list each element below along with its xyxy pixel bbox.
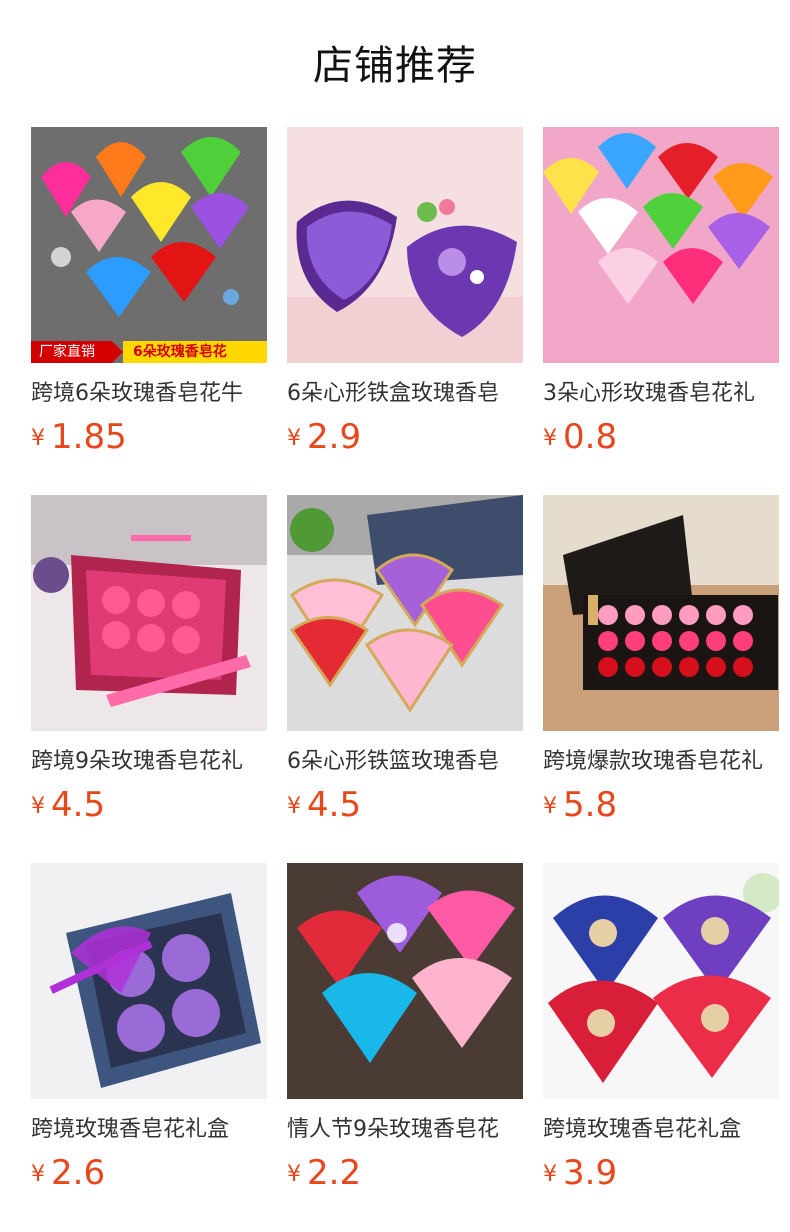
product-card[interactable]: 3朵心形玫瑰香皂花礼 ¥0.8 <box>543 127 779 495</box>
product-price: ¥4.5 <box>31 785 105 825</box>
currency-symbol: ¥ <box>287 426 301 451</box>
currency-symbol: ¥ <box>543 426 557 451</box>
product-name[interactable]: 6朵心形铁篮玫瑰香皂 <box>287 747 523 777</box>
currency-symbol: ¥ <box>31 1162 45 1187</box>
product-card[interactable]: 厂家直销 6朵玫瑰香皂花 跨境6朵玫瑰香皂花牛 ¥1.85 <box>31 127 267 495</box>
product-image[interactable] <box>287 863 523 1099</box>
product-name[interactable]: 情人节9朵玫瑰香皂花 <box>287 1115 523 1145</box>
price-value: 2.9 <box>307 417 362 457</box>
product-image[interactable] <box>543 495 779 731</box>
price-value: 5.8 <box>563 785 618 825</box>
product-card[interactable]: 跨境爆款玫瑰香皂花礼 ¥5.8 <box>543 495 779 863</box>
price-value: 1.85 <box>51 417 127 457</box>
page-title: 店铺推荐 <box>313 43 477 89</box>
banner-factory-direct: 厂家直销 <box>31 341 123 363</box>
product-name[interactable]: 跨境6朵玫瑰香皂花牛 <box>31 379 267 409</box>
product-price: ¥4.5 <box>287 785 361 825</box>
banner-product-desc: 6朵玫瑰香皂花 <box>123 341 267 363</box>
currency-symbol: ¥ <box>287 1162 301 1187</box>
product-image[interactable] <box>287 127 523 363</box>
price-value: 2.2 <box>307 1153 362 1193</box>
promo-banner: 厂家直销 6朵玫瑰香皂花 <box>31 341 267 363</box>
product-name[interactable]: 跨境玫瑰香皂花礼盒 <box>31 1115 267 1145</box>
currency-symbol: ¥ <box>543 1162 557 1187</box>
product-name[interactable]: 跨境爆款玫瑰香皂花礼 <box>543 747 779 777</box>
product-price: ¥5.8 <box>543 785 617 825</box>
product-name[interactable]: 6朵心形铁盒玫瑰香皂 <box>287 379 523 409</box>
currency-symbol: ¥ <box>31 426 45 451</box>
product-price: ¥2.2 <box>287 1153 361 1193</box>
currency-symbol: ¥ <box>543 794 557 819</box>
currency-symbol: ¥ <box>31 794 45 819</box>
product-price: ¥0.8 <box>543 417 617 457</box>
product-image[interactable] <box>287 495 523 731</box>
product-image[interactable] <box>543 863 779 1099</box>
product-image[interactable]: 厂家直销 6朵玫瑰香皂花 <box>31 127 267 363</box>
product-card[interactable]: 跨境9朵玫瑰香皂花礼 ¥4.5 <box>31 495 267 863</box>
product-name[interactable]: 跨境玫瑰香皂花礼盒 <box>543 1115 779 1145</box>
price-value: 2.6 <box>51 1153 106 1193</box>
price-value: 4.5 <box>51 785 106 825</box>
product-image[interactable] <box>31 495 267 731</box>
price-value: 0.8 <box>563 417 618 457</box>
product-price: ¥1.85 <box>31 417 127 457</box>
product-card[interactable]: 6朵心形铁盒玫瑰香皂 ¥2.9 <box>287 127 523 495</box>
product-grid: 厂家直销 6朵玫瑰香皂花 跨境6朵玫瑰香皂花牛 ¥1.85 6朵心形铁盒玫瑰香皂… <box>31 127 781 1231</box>
product-price: ¥3.9 <box>543 1153 617 1193</box>
product-card[interactable]: 跨境玫瑰香皂花礼盒 ¥3.9 <box>543 863 779 1231</box>
product-price: ¥2.9 <box>287 417 361 457</box>
product-price: ¥2.6 <box>31 1153 105 1193</box>
shop-recommendations-page: 店铺推荐 厂家直销 6朵玫瑰香皂花 跨境6朵玫瑰香皂花牛 ¥ 1.85 6朵心形… <box>0 0 790 1232</box>
product-card[interactable]: 跨境玫瑰香皂花礼盒 ¥2.6 <box>31 863 267 1231</box>
price-value: 3.9 <box>563 1153 618 1193</box>
product-name[interactable]: 跨境9朵玫瑰香皂花礼 <box>31 747 267 777</box>
product-card[interactable]: 6朵心形铁篮玫瑰香皂 ¥4.5 <box>287 495 523 863</box>
product-image[interactable] <box>31 863 267 1099</box>
currency-symbol: ¥ <box>287 794 301 819</box>
price-value: 4.5 <box>307 785 362 825</box>
product-card[interactable]: 情人节9朵玫瑰香皂花 ¥2.2 <box>287 863 523 1231</box>
product-name[interactable]: 3朵心形玫瑰香皂花礼 <box>543 379 779 409</box>
product-image[interactable] <box>543 127 779 363</box>
